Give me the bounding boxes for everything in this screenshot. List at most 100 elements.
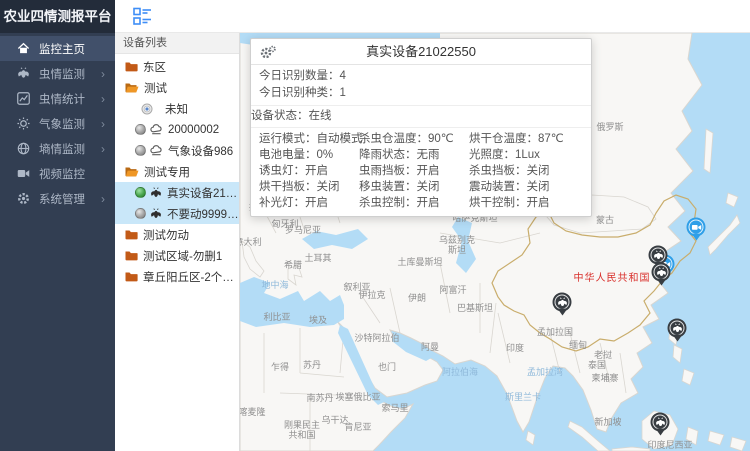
tree-item-label: 测试勿动 <box>143 227 189 243</box>
sidebar-item-label: 气象监测 <box>39 116 101 132</box>
sidebar-item-label: 虫情统计 <box>39 91 101 107</box>
tree-folder[interactable]: 章丘阳丘区-2个摄像头 <box>115 266 239 287</box>
popup-detail-cell: 降雨状态：无雨 <box>359 147 469 163</box>
sidebar-item-label: 监控主页 <box>39 41 115 57</box>
tree-folder[interactable]: 测试专用 <box>115 161 239 182</box>
popup-detail-cell: 烘干仓温度：87℃ <box>469 131 583 147</box>
chart-icon <box>16 92 30 106</box>
insect-marker-pin[interactable] <box>651 413 670 432</box>
radio-icon <box>141 103 153 115</box>
chevron-right-icon: › <box>101 193 105 205</box>
insect-marker-pin[interactable] <box>553 293 572 312</box>
device-popup: 真实设备21022550 今日识别数量：4今日识别种类：1 设备状态：在线 运行… <box>250 38 592 217</box>
popup-detail-cell: 杀虫控制：开启 <box>359 195 469 211</box>
sidebar-item-label: 系统管理 <box>39 191 101 207</box>
device-list-panel: 设备列表 东区测试未知 20000002 气象设备986 测试专用真实设备210225… <box>115 33 240 451</box>
tree-item[interactable]: 未知 <box>115 98 239 119</box>
insect-marker-pin[interactable] <box>649 246 668 265</box>
sidebar: 农业四情测报平台 监控主页虫情监测›虫情统计›气象监测›墒情监测›视频监控系统管… <box>0 0 115 451</box>
tree-item-label: 测试 <box>144 80 167 96</box>
folder-closed-icon <box>125 61 138 72</box>
popup-detail-grid: 运行模式：自动模式杀虫仓温度：90℃烘干仓温度：87℃ 电池电量：0%降雨状态：无… <box>251 127 591 216</box>
sidebar-item-label: 墒情监测 <box>39 141 101 157</box>
sidebar-item-chart[interactable]: 虫情统计› <box>0 86 115 111</box>
status-dot-gray <box>135 208 146 219</box>
insect-marker-pin[interactable] <box>652 263 671 282</box>
popup-detail-cell: 运行模式：自动模式 <box>259 131 359 147</box>
tree-item[interactable]: 20000002 <box>115 119 239 140</box>
insect-device-icon <box>150 187 162 199</box>
status-dot-gray <box>135 124 146 135</box>
popup-detail-cell: 烘干挡板：关闭 <box>259 179 359 195</box>
popup-summary: 今日识别数量：4今日识别种类：1 <box>251 65 591 105</box>
tree-item-label: 真实设备21022550 <box>167 185 239 201</box>
chevron-right-icon: › <box>101 143 105 155</box>
tree-folder[interactable]: 测试区域-勿删1 <box>115 245 239 266</box>
tree-item-label: 20000002 <box>168 124 219 136</box>
gears-icon <box>260 44 276 60</box>
popup-detail-cell: 诱虫灯：开启 <box>259 163 359 179</box>
insect-marker-pin[interactable] <box>668 319 687 338</box>
device-status-line: 设备状态：在线 <box>251 105 591 127</box>
folder-open-icon <box>125 82 139 93</box>
app-window: 农业四情测报平台 监控主页虫情监测›虫情统计›气象监测›墒情监测›视频监控系统管… <box>0 0 750 451</box>
globe-icon <box>16 142 30 156</box>
chevron-right-icon: › <box>101 118 105 130</box>
sidebar-item-home[interactable]: 监控主页 <box>0 36 115 61</box>
popup-title: 真实设备21022550 <box>366 44 476 59</box>
popup-detail-cell: 光照度：1Lux <box>469 147 583 163</box>
device-list-title: 设备列表 <box>115 33 239 54</box>
tree-toggle-icon[interactable] <box>133 7 152 26</box>
sidebar-item-label: 视频监控 <box>39 166 115 182</box>
sidebar-item-video[interactable]: 视频监控 <box>0 161 115 186</box>
popup-detail-cell: 虫雨挡板：开启 <box>359 163 469 179</box>
cloud-device-icon <box>150 145 163 156</box>
video-icon <box>16 167 30 181</box>
folder-closed-icon <box>125 271 138 282</box>
popup-detail-cell: 补光灯：开启 <box>259 195 359 211</box>
tree-item-label: 气象设备986 <box>168 143 233 159</box>
sidebar-item-bug[interactable]: 虫情监测› <box>0 61 115 86</box>
status-dot-gray <box>135 145 146 156</box>
sidebar-item-gear[interactable]: 系统管理› <box>0 186 115 211</box>
tree-item-label: 未知 <box>165 101 188 117</box>
sidebar-item-label: 虫情监测 <box>39 66 101 82</box>
tree-item-label: 不要动99999999 <box>167 206 239 222</box>
sidebar-item-weather[interactable]: 气象监测› <box>0 111 115 136</box>
home-icon <box>16 42 30 56</box>
tree-item-label: 东区 <box>143 59 166 75</box>
status-dot-green <box>135 187 146 198</box>
popup-detail-cell: 电池电量：0% <box>259 147 359 163</box>
weather-icon <box>16 117 30 131</box>
chevron-right-icon: › <box>101 68 105 80</box>
folder-closed-icon <box>125 229 138 240</box>
tree-folder[interactable]: 测试勿动 <box>115 224 239 245</box>
gear-icon <box>16 192 30 206</box>
tree-folder[interactable]: 东区 <box>115 56 239 77</box>
popup-summary-row: 今日识别种类：1 <box>251 85 591 102</box>
chevron-right-icon: › <box>101 93 105 105</box>
insect-device-icon <box>150 208 162 220</box>
tree-item-label: 测试区域-勿删1 <box>143 248 222 264</box>
tree-folder[interactable]: 测试 <box>115 77 239 98</box>
popup-detail-cell: 杀虫挡板：关闭 <box>469 163 583 179</box>
popup-detail-cell: 震动装置：关闭 <box>469 179 583 195</box>
popup-detail-cell: 移虫装置：关闭 <box>359 179 469 195</box>
popup-summary-row: 今日识别数量：4 <box>251 68 591 85</box>
popup-detail-cell: 杀虫仓温度：90℃ <box>359 131 469 147</box>
popup-header: 真实设备21022550 <box>251 39 591 65</box>
tree-item-label: 章丘阳丘区-2个摄像头 <box>143 269 239 285</box>
tree-item[interactable]: 气象设备986 <box>115 140 239 161</box>
device-tree: 东区测试未知 20000002 气象设备986 测试专用真实设备21022550 不要动… <box>115 54 239 287</box>
topbar <box>115 0 750 33</box>
camera-marker-pin[interactable] <box>687 218 706 237</box>
tree-item[interactable]: 不要动99999999 <box>115 203 239 224</box>
app-title: 农业四情测报平台 <box>0 0 115 33</box>
folder-open-icon <box>125 166 139 177</box>
tree-item-label: 测试专用 <box>144 164 190 180</box>
cloud-device-icon <box>150 124 163 135</box>
sidebar-menu: 监控主页虫情监测›虫情统计›气象监测›墒情监测›视频监控系统管理› <box>0 33 115 211</box>
tree-item[interactable]: 真实设备21022550 <box>115 182 239 203</box>
sidebar-item-globe[interactable]: 墒情监测› <box>0 136 115 161</box>
folder-closed-icon <box>125 250 138 261</box>
